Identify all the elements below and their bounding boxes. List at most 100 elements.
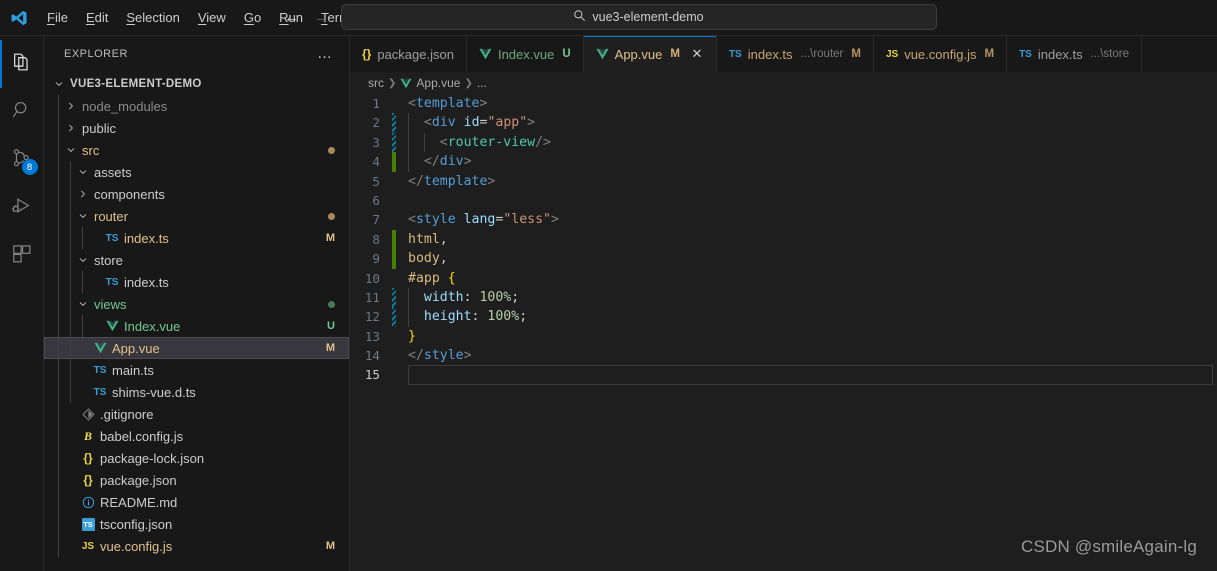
tree-indent-guide [58,227,59,249]
tree-item-public[interactable]: public [44,117,349,139]
readme-file-icon [78,496,98,509]
chevron-down-icon[interactable] [76,255,90,265]
editor-tab-label: vue.config.js [904,47,976,62]
git-status-badge: U [327,320,335,332]
activity-item-search[interactable] [0,88,44,136]
editor-tab-status-badge: M [984,48,994,60]
menu-item-file[interactable]: File [38,7,77,28]
chevron-down-icon[interactable] [76,211,90,221]
chevron-down-icon[interactable] [76,299,90,309]
tree-item-src[interactable]: src [44,139,349,161]
tree-item-assets[interactable]: assets [44,161,349,183]
tree-item-babel-config-js[interactable]: Bbabel.config.js [44,425,349,447]
line-number: 3 [350,133,392,152]
tree-item-package-lock-json[interactable]: {}package-lock.json [44,447,349,469]
tree-indent-guide [82,227,83,249]
code-line: 8html, [350,230,1217,249]
tree-item-vue-config-js[interactable]: JSvue.config.jsM [44,535,349,557]
menu-item-edit[interactable]: Edit [77,7,117,28]
editor-tab-vue-config-js[interactable]: JSvue.config.jsM [874,36,1007,72]
tree-item-main-ts[interactable]: TSmain.ts [44,359,349,381]
editor-tab-app-vue[interactable]: App.vueM✕ [584,36,717,72]
code-editor[interactable]: 1<template>2 <div id="app">3 <router-vie… [350,94,1217,571]
tree-item-label: index.ts [124,231,320,246]
breadcrumb-item-file[interactable]: App.vue [400,76,460,90]
tree-item-shims-vue-d-ts[interactable]: TSshims-vue.d.ts [44,381,349,403]
tree-item-views[interactable]: views [44,293,349,315]
tree-item-index-ts[interactable]: TSindex.ts [44,271,349,293]
editor-tab-index-ts[interactable]: TSindex.ts...\store [1007,36,1142,72]
tree-item-label: components [94,187,335,202]
editor-tab-package-json[interactable]: {}package.json [350,36,467,72]
tree-item-label: src [82,143,322,158]
explorer-title: EXPLORER [64,48,128,60]
tree-indent-guide [70,249,71,271]
activity-item-explorer[interactable] [0,40,44,88]
close-icon[interactable]: ✕ [690,46,704,62]
tree-item-components[interactable]: components [44,183,349,205]
chevron-right-icon[interactable] [76,189,90,199]
more-actions-icon[interactable]: … [317,45,341,62]
editor-tab-index-ts[interactable]: TSindex.ts...\routerM [717,36,874,72]
activity-item-source-control[interactable]: 8 [0,136,44,184]
git-gutter-empty [392,346,396,365]
code-text: <router-view/> [408,133,1217,152]
breadcrumb-item-symbol[interactable]: ... [477,76,487,90]
tree-item-gitignore[interactable]: .gitignore [44,403,349,425]
chevron-right-icon[interactable] [64,101,78,111]
tree-item-label: VUE3-ELEMENT-DEMO [70,78,335,90]
vscode-window: File Edit Selection View Go Run Terminal… [0,0,1217,571]
tree-item-tsconfig-json[interactable]: TStsconfig.json [44,513,349,535]
chevron-down-icon[interactable] [76,167,90,177]
ts-file-icon: TS [90,365,110,376]
menu-item-selection[interactable]: Selection [117,7,188,28]
tree-item-app-vue[interactable]: App.vueM [44,337,349,359]
line-number: 2 [350,113,392,132]
arrow-left-icon[interactable]: ← [281,4,303,30]
activity-item-run-and-debug[interactable] [0,184,44,232]
line-number: 4 [350,152,392,171]
tree-item-readme-md[interactable]: README.md [44,491,349,513]
code-text: <style lang="less"> [408,210,1217,229]
js-file-icon: JS [78,541,98,552]
tree-item-index-ts[interactable]: TSindex.tsM [44,227,349,249]
git-gutter-empty [392,172,396,191]
code-line: 4 </div> [350,152,1217,171]
quick-search-input[interactable]: vue3-element-demo [341,4,937,30]
tree-item-router[interactable]: router [44,205,349,227]
arrow-right-icon[interactable]: → [311,4,333,30]
breadcrumb-item-src[interactable]: src [368,76,384,90]
code-line: 3 <router-view/> [350,133,1217,152]
git-file-icon [78,408,98,421]
line-number: 11 [350,288,392,307]
chevron-down-icon[interactable] [52,79,66,89]
json-file-icon: {} [78,473,98,487]
tree-item-node-modules[interactable]: node_modules [44,95,349,117]
code-text: html, [408,230,1217,249]
tree-indent-guide [58,535,59,557]
chevron-right-icon[interactable] [64,123,78,133]
code-line: 6 [350,191,1217,210]
tree-item-store[interactable]: store [44,249,349,271]
editor-tab-path: ...\store [1091,48,1129,60]
menu-item-go[interactable]: Go [235,7,270,28]
code-indent-guide [408,288,409,307]
tree-indent-guide [70,315,71,337]
code-text: </style> [408,346,1217,365]
git-gutter-chg-marker [392,288,396,307]
editor-tab-index-vue[interactable]: Index.vueU [467,36,584,72]
search-icon [573,9,586,25]
tree-root-vue3-element-demo[interactable]: VUE3-ELEMENT-DEMO [44,73,349,95]
tree-item-label: views [94,297,322,312]
tree-item-package-json[interactable]: {}package.json [44,469,349,491]
tree-item-index-vue[interactable]: Index.vueU [44,315,349,337]
tree-indent-guide [70,161,71,183]
activity-item-extensions[interactable] [0,232,44,280]
line-number: 5 [350,172,392,191]
tree-indent-guide [70,337,71,359]
chevron-down-icon[interactable] [64,145,78,155]
tree-indent-guide [58,381,59,403]
line-number: 7 [350,210,392,229]
menu-item-view[interactable]: View [189,7,235,28]
tree-indent-guide [58,315,59,337]
